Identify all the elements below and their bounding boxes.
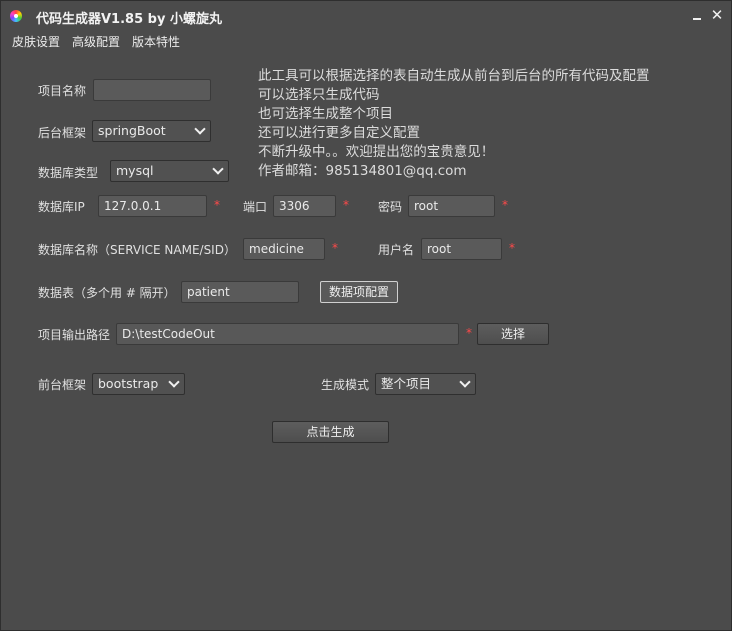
tables-input[interactable]: patient xyxy=(181,281,299,303)
backend-framework-select[interactable]: springBoot xyxy=(92,120,211,142)
close-button[interactable]: ✕ xyxy=(709,7,725,23)
app-window: 代码生成器V1.85 by 小螺旋丸 ✕ 皮肤设置 高级配置 版本特性 此工具可… xyxy=(0,0,732,631)
db-name-input[interactable]: medicine xyxy=(243,238,325,260)
chevron-down-icon xyxy=(212,163,224,175)
window-title: 代码生成器V1.85 by 小螺旋丸 xyxy=(36,12,222,27)
info-line: 作者邮箱：985134801@qq.com xyxy=(258,163,467,179)
db-type-value: mysql xyxy=(116,163,154,178)
backend-framework-value: springBoot xyxy=(98,123,166,138)
required-mark: * xyxy=(332,241,338,255)
gen-mode-value: 整个项目 xyxy=(381,376,432,391)
db-type-select[interactable]: mysql xyxy=(110,160,229,182)
username-input[interactable]: root xyxy=(421,238,502,260)
backend-framework-label: 后台框架 xyxy=(38,126,87,140)
choose-path-button[interactable]: 选择 xyxy=(477,323,549,345)
chevron-down-icon xyxy=(459,376,471,388)
data-item-config-button[interactable]: 数据项配置 xyxy=(320,281,398,303)
required-mark: * xyxy=(343,198,349,212)
project-name-label: 项目名称 xyxy=(38,84,87,98)
gen-mode-label: 生成模式 xyxy=(321,378,370,392)
gen-mode-select[interactable]: 整个项目 xyxy=(375,373,476,395)
info-line: 也可选择生成整个项目 xyxy=(258,106,393,122)
username-label: 用户名 xyxy=(378,243,415,257)
info-line: 不断升级中。。欢迎提出您的宝贵意见！ xyxy=(258,144,495,160)
port-label: 端口 xyxy=(243,200,268,214)
frontend-framework-select[interactable]: bootstrap xyxy=(92,373,185,395)
required-mark: * xyxy=(509,241,515,255)
password-input[interactable]: root xyxy=(408,195,495,217)
frontend-framework-value: bootstrap xyxy=(98,376,159,391)
menu-version-features[interactable]: 版本特性 xyxy=(132,33,180,50)
app-logo-icon xyxy=(10,10,22,22)
db-type-label: 数据库类型 xyxy=(38,166,99,180)
db-ip-label: 数据库IP xyxy=(38,200,85,214)
title-bar: 代码生成器V1.85 by 小螺旋丸 ✕ xyxy=(1,1,731,31)
chevron-down-icon xyxy=(168,376,180,388)
db-name-label: 数据库名称（SERVICE NAME/SID） xyxy=(38,243,236,257)
info-line: 可以选择只生成代码 xyxy=(258,87,380,103)
port-input[interactable]: 3306 xyxy=(273,195,336,217)
password-label: 密码 xyxy=(378,200,403,214)
output-path-label: 项目输出路径 xyxy=(38,328,111,342)
db-ip-input[interactable]: 127.0.0.1 xyxy=(98,195,207,217)
info-line: 此工具可以根据选择的表自动生成从前台到后台的所有代码及配置 xyxy=(258,68,650,84)
menu-skin-settings[interactable]: 皮肤设置 xyxy=(12,33,60,50)
required-mark: * xyxy=(466,326,472,340)
tables-label: 数据表（多个用 # 隔开） xyxy=(38,286,176,300)
chevron-down-icon xyxy=(194,123,206,135)
required-mark: * xyxy=(214,198,220,212)
output-path-input[interactable]: D:\testCodeOut xyxy=(116,323,459,345)
menu-advanced-config[interactable]: 高级配置 xyxy=(72,33,120,50)
minimize-button[interactable] xyxy=(689,7,705,23)
generate-button[interactable]: 点击生成 xyxy=(272,421,389,443)
frontend-framework-label: 前台框架 xyxy=(38,378,87,392)
info-line: 还可以进行更多自定义配置 xyxy=(258,125,420,141)
required-mark: * xyxy=(502,198,508,212)
project-name-input[interactable] xyxy=(93,79,211,101)
